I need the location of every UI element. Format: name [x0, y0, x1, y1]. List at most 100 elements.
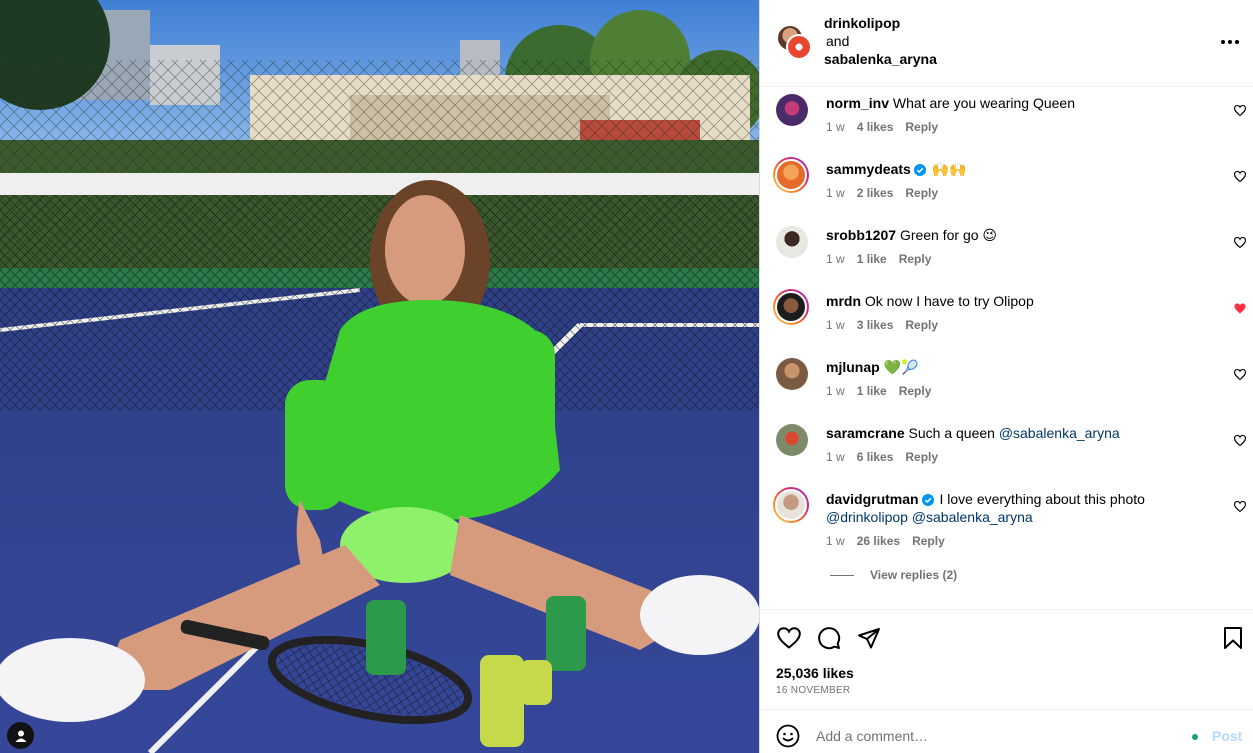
comment-bubble-icon — [818, 627, 841, 650]
comment-like-button[interactable] — [1232, 366, 1248, 382]
verified-badge-icon — [913, 164, 926, 176]
share-button[interactable] — [856, 625, 882, 651]
comment-username[interactable]: saramcrane — [826, 425, 905, 441]
heart-outline-icon — [1234, 170, 1246, 182]
reply-button[interactable]: Reply — [899, 384, 932, 398]
like-button[interactable] — [776, 625, 802, 651]
comment-time[interactable]: 1 w — [826, 534, 845, 548]
avatar — [786, 34, 812, 60]
comment-text: norm_inv What are you wearing Queen — [826, 94, 1196, 112]
comment-like-button[interactable] — [1232, 300, 1248, 316]
collab-usernames: drinkolipop and sabalenka_aryna — [824, 14, 937, 68]
add-comment-bar: Post — [760, 709, 1253, 753]
reply-button[interactable]: Reply — [905, 318, 938, 332]
comment-meta: 1 w 3 likes Reply — [826, 318, 938, 332]
post-comment-button[interactable]: Post — [1212, 728, 1242, 744]
more-options-button[interactable] — [1218, 30, 1242, 54]
comment-item: davidgrutman I love everything about thi… — [760, 486, 1253, 564]
post-actions: 25,036 likes 16 NOVEMBER — [760, 609, 1253, 709]
comment-likes[interactable]: 4 likes — [857, 120, 894, 134]
comment-item: norm_inv What are you wearing Queen 1 w … — [760, 90, 1253, 150]
user-tag-icon[interactable] — [7, 722, 34, 749]
comment-like-button[interactable] — [1232, 432, 1248, 448]
comment-time[interactable]: 1 w — [826, 120, 845, 134]
avatar[interactable] — [773, 487, 809, 523]
avatar[interactable] — [776, 424, 808, 456]
comment-input[interactable] — [816, 724, 1176, 748]
comment-likes[interactable]: 2 likes — [857, 186, 894, 200]
comment-likes[interactable]: 6 likes — [857, 450, 894, 464]
mention-link[interactable]: @sabalenka_aryna — [999, 425, 1120, 441]
reply-button[interactable]: Reply — [912, 534, 945, 548]
comment-meta: 1 w 26 likes Reply — [826, 534, 945, 548]
comment-likes[interactable]: 1 like — [857, 384, 887, 398]
reply-button[interactable]: Reply — [905, 450, 938, 464]
comment-username[interactable]: sammydeats — [826, 161, 911, 177]
view-replies-button[interactable]: View replies (2) — [830, 568, 957, 582]
status-dot — [1192, 734, 1198, 740]
comment-button[interactable] — [816, 625, 842, 651]
paper-plane-icon — [858, 628, 880, 649]
comment-likes[interactable]: 26 likes — [857, 534, 900, 548]
more-horizontal-icon — [1221, 40, 1239, 44]
author-username[interactable]: drinkolipop — [824, 15, 900, 31]
comment-content: Such a queen — [908, 425, 995, 441]
comment-content: Green for go 😉 — [899, 227, 998, 243]
save-button[interactable] — [1220, 625, 1246, 651]
coauthor-username[interactable]: sabalenka_aryna — [824, 51, 937, 67]
comment-text: mrdn Ok now I have to try Olipop — [826, 292, 1196, 310]
comment-item: mrdn Ok now I have to try Olipop 1 w 3 l… — [760, 288, 1253, 348]
heart-outline-icon — [1234, 236, 1246, 248]
comment-username[interactable]: norm_inv — [826, 95, 889, 111]
comment-like-button[interactable] — [1232, 102, 1248, 118]
avatar[interactable] — [776, 358, 808, 390]
comment-time[interactable]: 1 w — [826, 186, 845, 200]
reply-button[interactable]: Reply — [899, 252, 932, 266]
mention-link[interactable]: @drinkolipop — [826, 509, 908, 525]
post-photo[interactable] — [0, 0, 759, 753]
comment-time[interactable]: 1 w — [826, 318, 845, 332]
comment-item: saramcrane Such a queen @sabalenka_aryna… — [760, 420, 1253, 480]
avatar[interactable] — [776, 94, 808, 126]
comment-text: mjlunap 💚🎾 — [826, 358, 1196, 376]
post-date[interactable]: 16 NOVEMBER — [776, 685, 850, 696]
comment-time[interactable]: 1 w — [826, 450, 845, 464]
replies-divider — [830, 574, 854, 576]
comment-like-button[interactable] — [1232, 168, 1248, 184]
bookmark-icon — [1224, 627, 1242, 649]
comment-time[interactable]: 1 w — [826, 384, 845, 398]
comment-like-button[interactable] — [1232, 234, 1248, 250]
comment-item: mjlunap 💚🎾 1 w 1 like Reply — [760, 354, 1253, 414]
heart-icon — [777, 627, 801, 649]
comment-username[interactable]: srobb1207 — [826, 227, 896, 243]
heart-filled-icon — [1234, 303, 1246, 313]
comment-username[interactable]: mjlunap — [826, 359, 880, 375]
avatar[interactable] — [773, 157, 809, 193]
comment-meta: 1 w 1 like Reply — [826, 384, 931, 398]
likes-count[interactable]: 25,036 likes — [776, 665, 854, 681]
mention-link[interactable]: @sabalenka_aryna — [912, 509, 1033, 525]
emoji-button[interactable] — [776, 724, 800, 748]
comment-meta: 1 w 4 likes Reply — [826, 120, 938, 134]
collab-avatars[interactable] — [776, 24, 812, 60]
and-label: and — [826, 33, 850, 49]
comment-like-button[interactable] — [1232, 498, 1248, 514]
comment-likes[interactable]: 3 likes — [857, 318, 894, 332]
comment-time[interactable]: 1 w — [826, 252, 845, 266]
comment-username[interactable]: mrdn — [826, 293, 861, 309]
comment-text: srobb1207 Green for go 😉 — [826, 226, 1196, 244]
view-replies-label: View replies (2) — [870, 568, 958, 582]
heart-outline-icon — [1234, 434, 1246, 446]
comment-item: srobb1207 Green for go 😉 1 w 1 like Repl… — [760, 222, 1253, 282]
reply-button[interactable]: Reply — [905, 120, 938, 134]
avatar[interactable] — [773, 289, 809, 325]
photo-illustration — [0, 0, 759, 753]
comment-likes[interactable]: 1 like — [857, 252, 887, 266]
comment-content: What are you wearing Queen — [892, 95, 1076, 111]
comment-item: sammydeats 🙌🙌 1 w 2 likes Reply — [760, 156, 1253, 216]
heart-outline-icon — [1234, 500, 1246, 512]
comment-meta: 1 w 6 likes Reply — [826, 450, 938, 464]
reply-button[interactable]: Reply — [905, 186, 938, 200]
avatar[interactable] — [776, 226, 808, 258]
comment-username[interactable]: davidgrutman — [826, 491, 919, 507]
